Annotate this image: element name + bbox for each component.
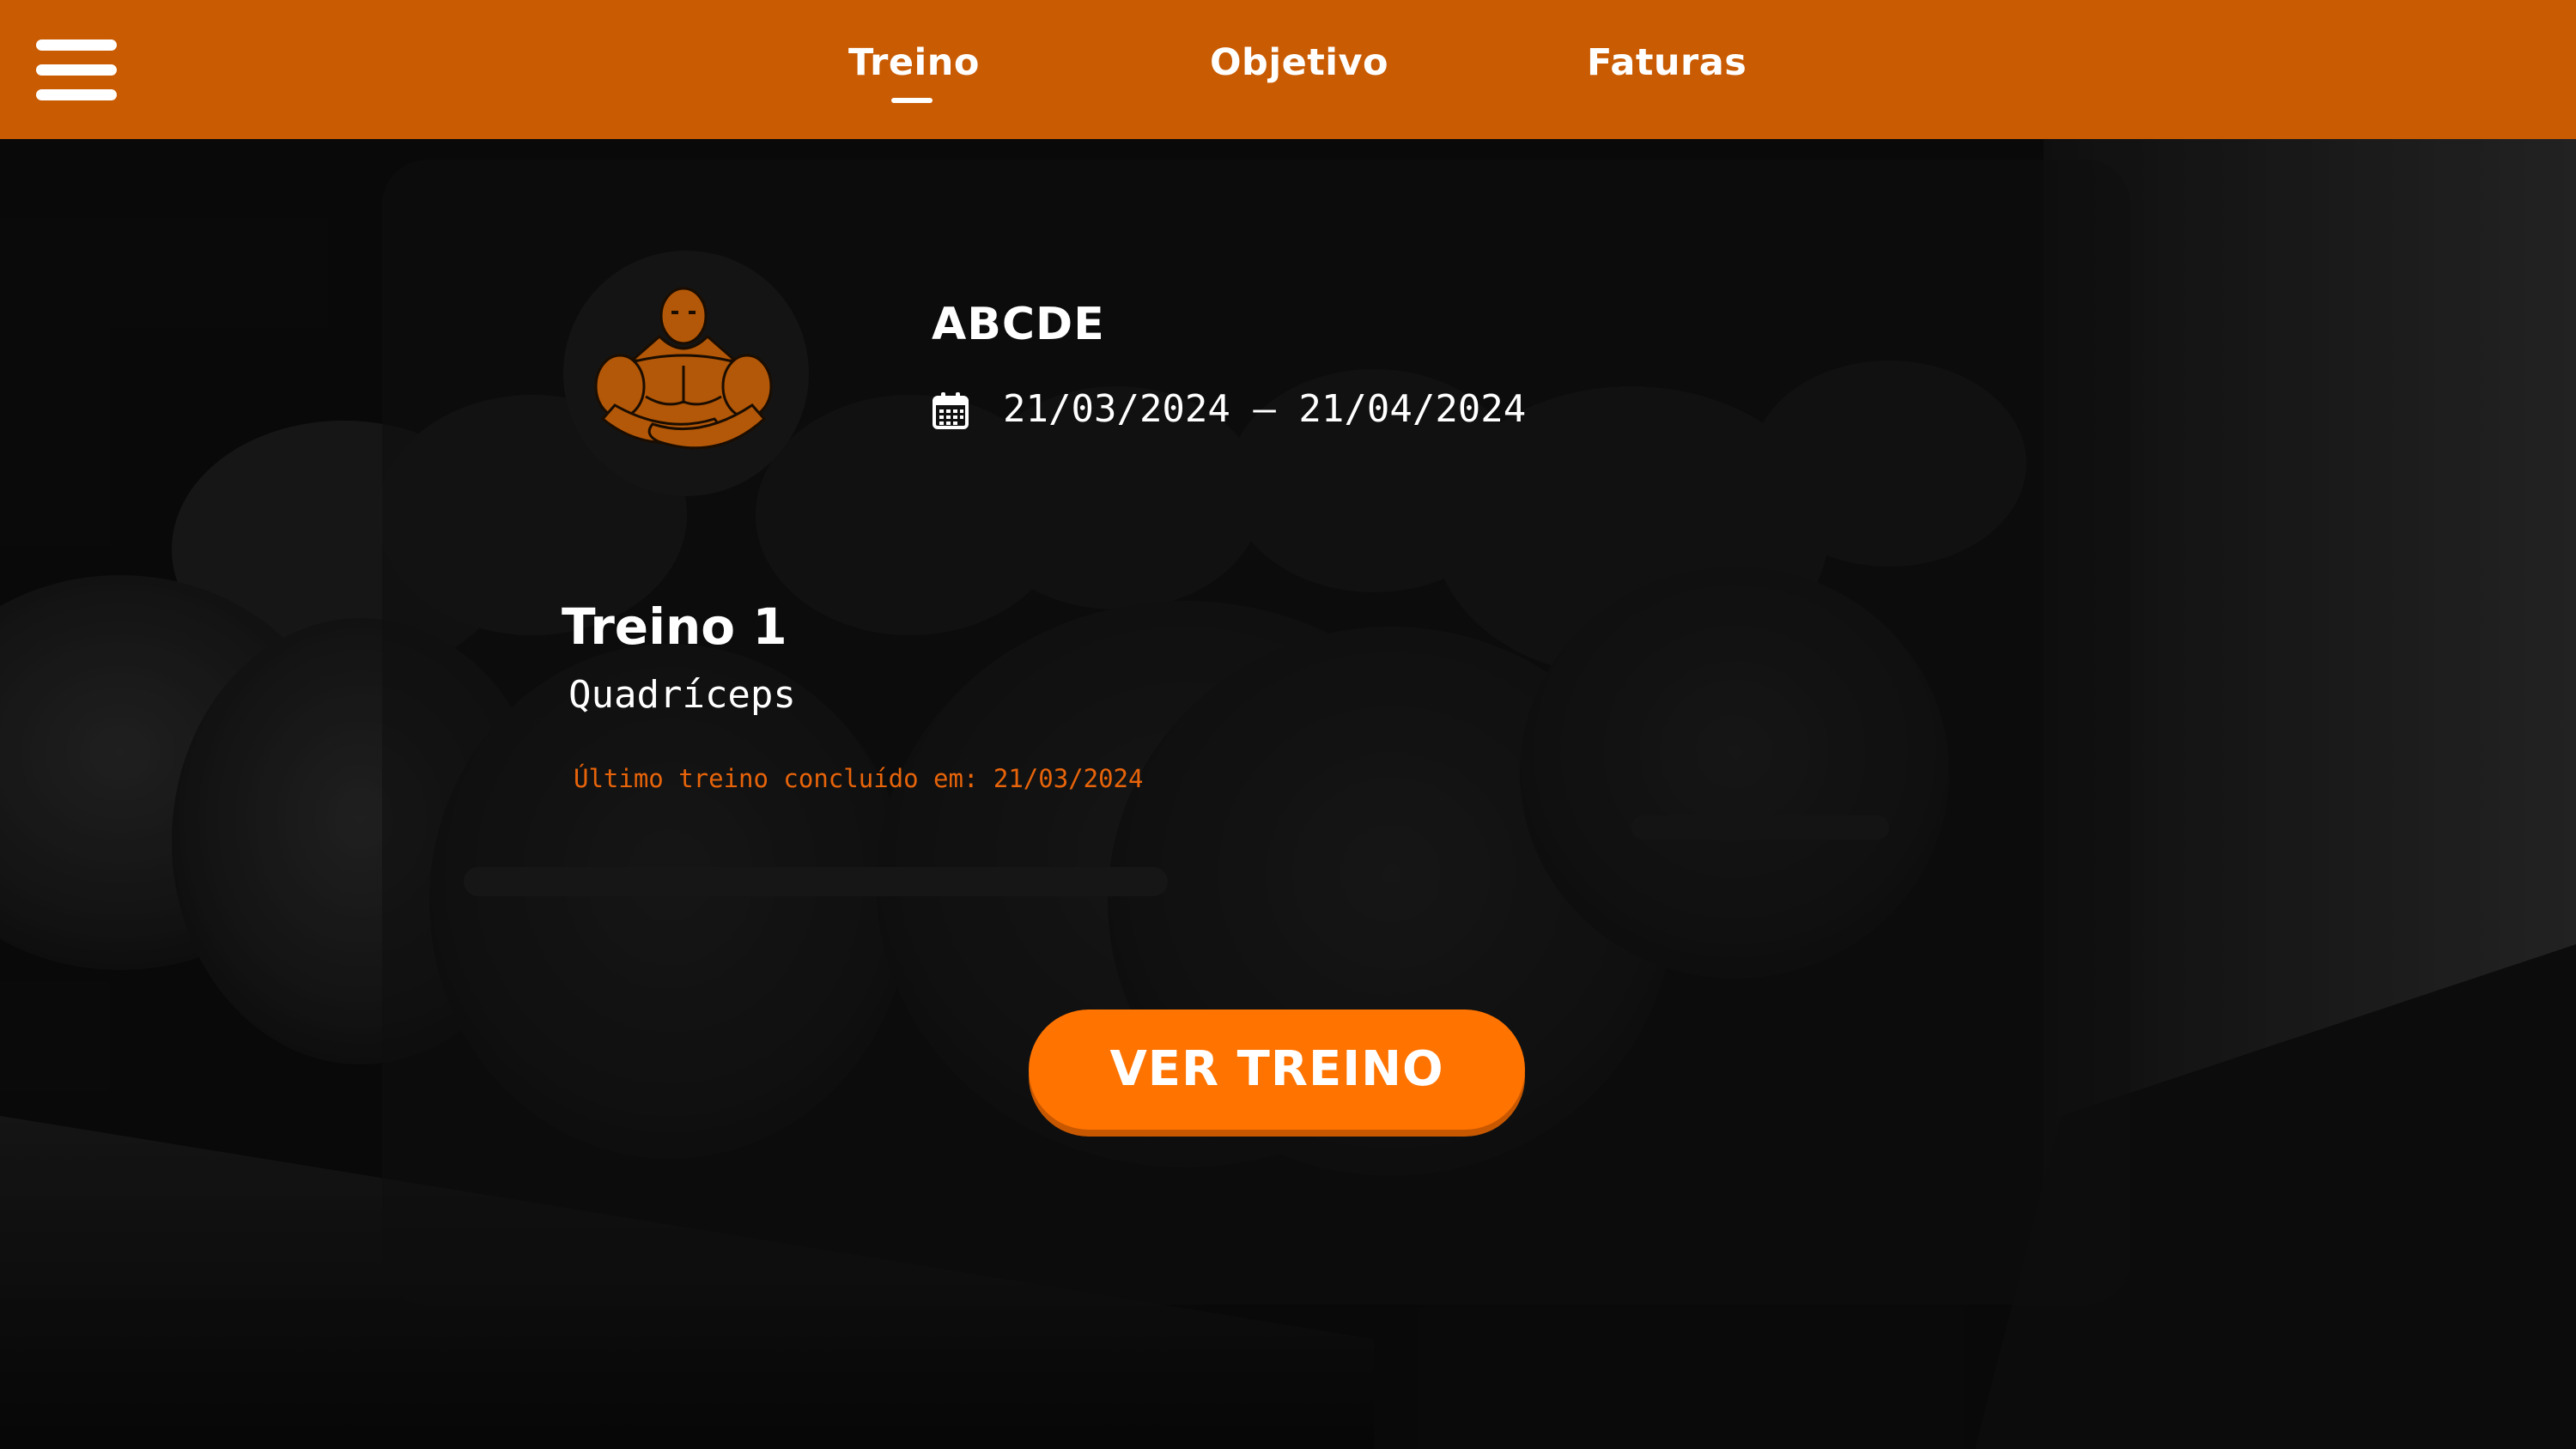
calendar-icon bbox=[933, 392, 969, 429]
tab-treino[interactable]: Treino bbox=[848, 41, 980, 84]
plan-date-range: 21/03/2024 – 21/04/2024 bbox=[1003, 387, 1527, 431]
ver-treino-button[interactable]: VER TREINO bbox=[1029, 1009, 1525, 1130]
menu-bar-top bbox=[36, 39, 117, 51]
tab-objetivo[interactable]: Objetivo bbox=[1210, 41, 1388, 84]
menu-bar-middle bbox=[36, 64, 117, 76]
last-completed-text: Último treino concluído em: 21/03/2024 bbox=[574, 764, 1144, 793]
menu-bar-bottom bbox=[36, 89, 117, 100]
tab-faturas[interactable]: Faturas bbox=[1587, 41, 1747, 84]
workout-muscle-group: Quadríceps bbox=[568, 673, 796, 717]
active-tab-indicator bbox=[891, 98, 933, 103]
top-nav-bar: Treino Objetivo Faturas bbox=[0, 0, 2576, 139]
avatar bbox=[563, 251, 809, 496]
hamburger-menu-icon[interactable] bbox=[36, 39, 118, 101]
plan-title: ABCDE bbox=[932, 299, 1105, 350]
app-screen: Treino Objetivo Faturas ABCDE 21/03/2024… bbox=[0, 0, 2576, 1449]
bodybuilder-icon bbox=[594, 287, 773, 450]
workout-name: Treino 1 bbox=[562, 597, 787, 656]
